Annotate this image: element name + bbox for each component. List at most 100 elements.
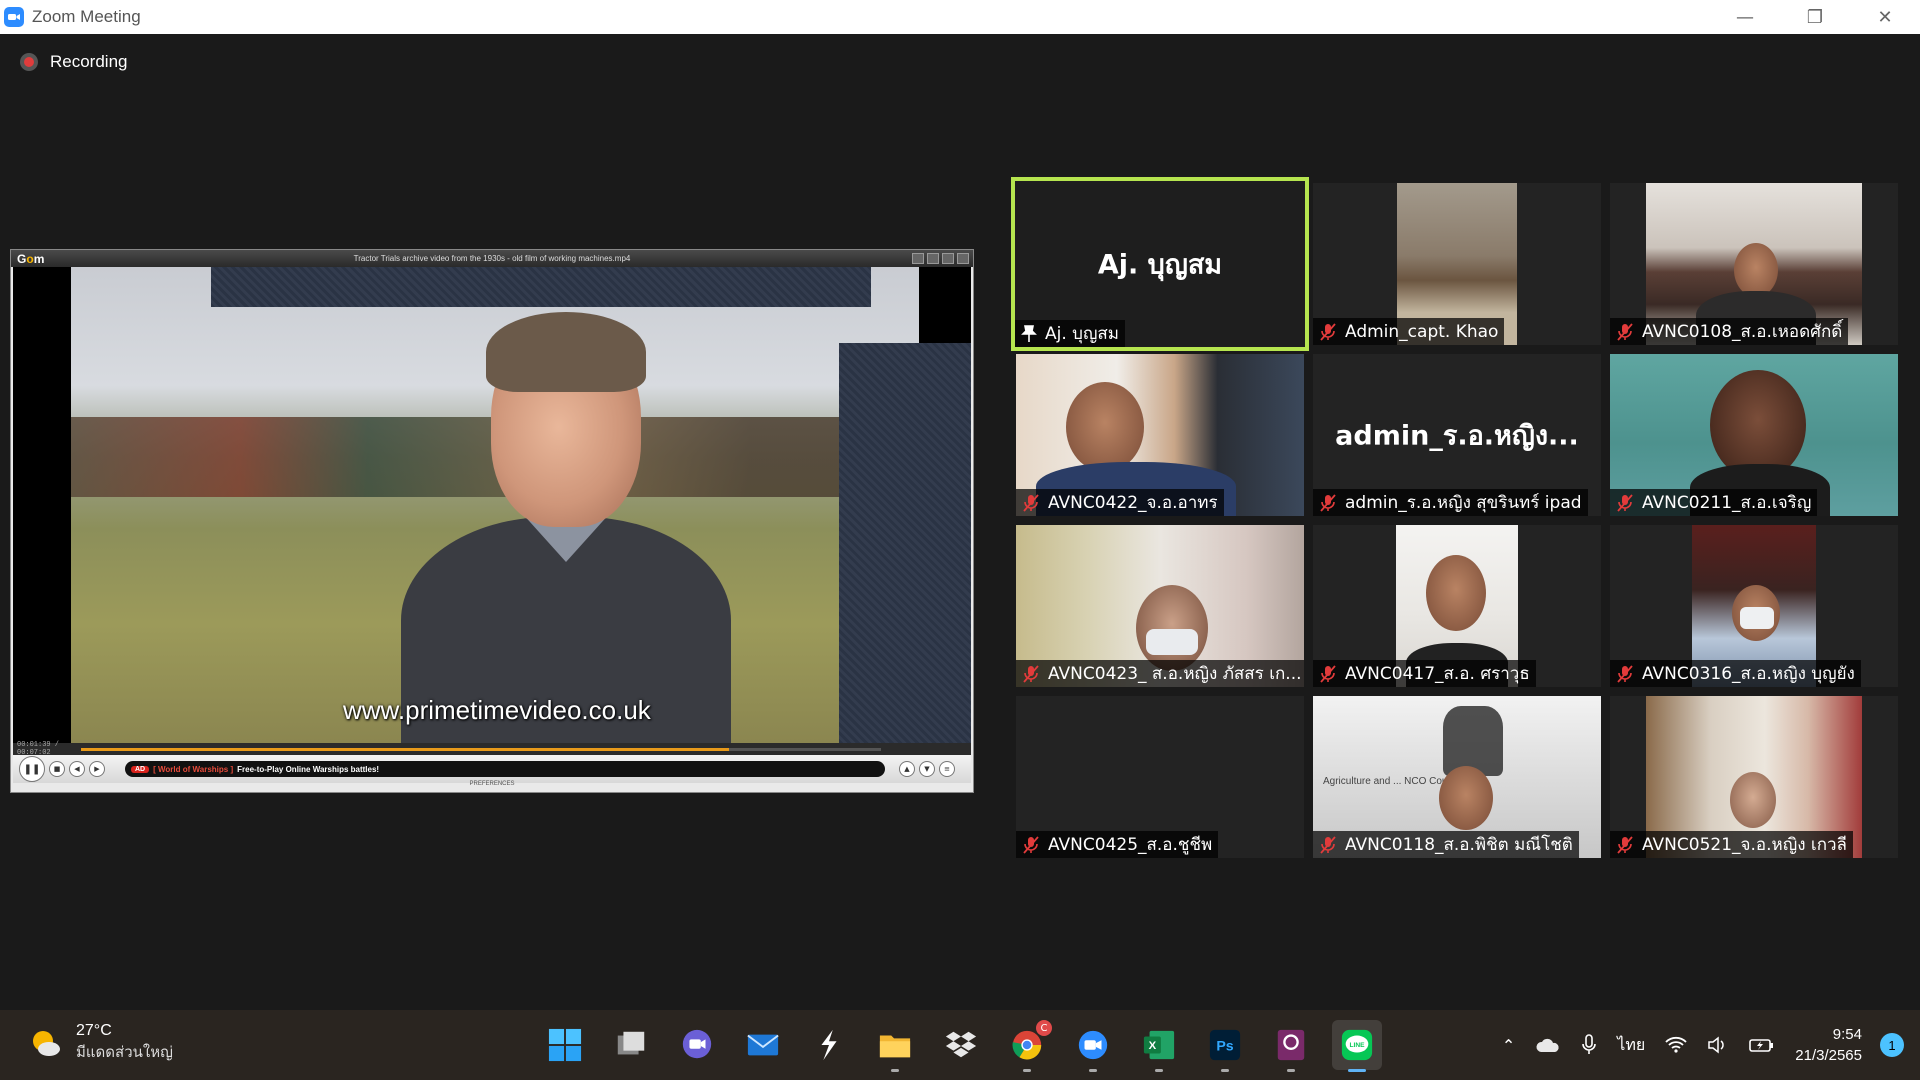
muted-mic-icon	[1023, 835, 1039, 854]
svg-text:LINE: LINE	[1349, 1042, 1365, 1049]
participant-name: AVNC0108_ส.อ.เหอดศักดิ์	[1642, 322, 1843, 342]
participant-name: AVNC0118_ส.อ.พิชิต มณีโชติ	[1345, 835, 1573, 855]
muted-mic-icon	[1320, 835, 1336, 854]
chat-icon[interactable]	[672, 1020, 722, 1070]
video-person	[401, 307, 731, 743]
recording-indicator[interactable]: Recording	[20, 52, 128, 72]
volume-icon[interactable]	[1707, 1036, 1729, 1054]
close-button[interactable]: ✕	[1850, 0, 1920, 34]
pin-icon	[1021, 324, 1037, 342]
player-window-buttons	[912, 253, 969, 264]
muted-mic-icon	[1617, 664, 1633, 683]
participant-label: AVNC0425_ส.อ.ชูชีพ	[1016, 831, 1219, 858]
pause-button[interactable]: ❚❚	[19, 756, 45, 782]
window-title: Zoom Meeting	[32, 7, 141, 26]
player-title: Tractor Trials archive video from the 19…	[353, 254, 631, 263]
file-explorer-icon[interactable]	[870, 1020, 920, 1072]
battery-charging-icon[interactable]	[1749, 1036, 1775, 1054]
start-icon[interactable]	[540, 1020, 590, 1070]
participant-name: AVNC0316_ส.อ.หญิง บุญยัง	[1642, 664, 1855, 684]
dropbox-icon[interactable]	[936, 1020, 986, 1070]
excel-icon[interactable]: X	[1134, 1020, 1184, 1072]
app-s-icon[interactable]	[804, 1020, 854, 1070]
weather-sun-icon	[28, 1026, 62, 1060]
onedrive-cloud-icon[interactable]	[1535, 1037, 1561, 1053]
player-ad-banner[interactable]: AD [ World of Warships ] Free-to-Play On…	[125, 761, 885, 777]
shared-screen[interactable]: Gom Tractor Trials archive video from th…	[10, 249, 974, 793]
muted-mic-icon	[1320, 664, 1336, 683]
weather-temperature: 27°C	[76, 1022, 112, 1039]
svg-text:Ps: Ps	[1216, 1039, 1233, 1055]
player-maximize-button[interactable]	[942, 253, 954, 264]
player-option-button-1[interactable]: ▲	[899, 761, 915, 777]
participant-tile-6[interactable]: AVNC0211_ส.อ.เจริญ	[1610, 354, 1898, 516]
video-frame	[71, 267, 919, 743]
participant-label: AVNC0422_จ.อ.อาทร	[1016, 489, 1224, 516]
previous-button[interactable]: ◀	[69, 761, 85, 777]
participant-tile-7[interactable]: AVNC0423_ ส.อ.หญิง ภัสสร เก...	[1016, 525, 1304, 687]
chrome-profile-badge: C	[1036, 1020, 1052, 1036]
screen-overlay-top	[211, 267, 871, 307]
participant-name: Admin_capt. Khao	[1345, 321, 1499, 342]
player-titlebar: Gom Tractor Trials archive video from th…	[11, 250, 973, 267]
participant-tile-2[interactable]: Admin_capt. Khao	[1313, 183, 1601, 345]
mail-icon[interactable]	[738, 1020, 788, 1070]
restore-button[interactable]: ❐	[1780, 0, 1850, 34]
participant-label: AVNC0118_ส.อ.พิชิต มณีโชติ	[1313, 831, 1579, 858]
participant-tile-5[interactable]: admin_ร.อ.หญิง... admin_ร.อ.หญิง สุขรินท…	[1313, 354, 1601, 516]
weather-widget[interactable]: 27°C มีแดดส่วนใหญ่	[28, 1022, 173, 1064]
muted-mic-icon	[1617, 493, 1633, 512]
clock-date: 21/3/2565	[1795, 1047, 1862, 1064]
notification-badge[interactable]: 1	[1880, 1033, 1904, 1057]
participant-tile-4[interactable]: AVNC0422_จ.อ.อาทร	[1016, 354, 1304, 516]
participant-label: Admin_capt. Khao	[1313, 318, 1505, 345]
photoshop-icon[interactable]: Ps	[1200, 1020, 1250, 1072]
participant-tile-3[interactable]: AVNC0108_ส.อ.เหอดศักดิ์	[1610, 183, 1898, 345]
chrome-icon[interactable]: C	[1002, 1020, 1052, 1072]
player-controls: ❚❚ ■ ◀ ▶ AD [ World of Warships ] Free-t…	[13, 755, 971, 783]
participant-label: AVNC0316_ส.อ.หญิง บุญยัง	[1610, 660, 1861, 687]
muted-mic-icon	[1617, 835, 1633, 854]
player-option-button-2[interactable]: ▼	[919, 761, 935, 777]
participant-tile-8[interactable]: AVNC0417_ส.อ. ศราวุธ	[1313, 525, 1601, 687]
player-option-button-3[interactable]: ≡	[939, 761, 955, 777]
svg-text:X: X	[1149, 1040, 1157, 1052]
zoom-icon[interactable]	[1068, 1020, 1118, 1072]
window-controls: — ❐ ✕	[1710, 0, 1920, 34]
stop-button[interactable]: ■	[49, 761, 65, 777]
wifi-icon[interactable]	[1665, 1036, 1687, 1054]
participant-tile-12[interactable]: AVNC0521_จ.อ.หญิง เกวลี	[1610, 696, 1898, 858]
player-pin-button[interactable]	[912, 253, 924, 264]
muted-mic-icon	[1023, 664, 1039, 683]
participant-label: AVNC0108_ส.อ.เหอดศักดิ์	[1610, 318, 1849, 345]
taskbar-clock[interactable]: 9:54 21/3/2565	[1795, 1024, 1862, 1066]
player-close-button[interactable]	[957, 253, 969, 264]
system-tray: ⌃ ไทย 9:54 21/3/2565 1	[1502, 1010, 1920, 1080]
participant-name: AVNC0521_จ.อ.หญิง เกวลี	[1642, 835, 1847, 855]
record-icon	[20, 53, 38, 71]
muted-mic-icon	[1617, 322, 1633, 341]
input-language[interactable]: ไทย	[1617, 1033, 1645, 1058]
show-hidden-icons-chevron[interactable]: ⌃	[1502, 1036, 1515, 1055]
player-seekbar[interactable]	[81, 747, 881, 751]
player-minimize-button[interactable]	[927, 253, 939, 264]
participant-label: AVNC0211_ส.อ.เจริญ	[1610, 489, 1818, 516]
task-view-icon[interactable]	[606, 1020, 656, 1070]
minimize-button[interactable]: —	[1710, 0, 1780, 34]
participant-name: AVNC0425_ส.อ.ชูชีพ	[1048, 835, 1213, 855]
next-button[interactable]: ▶	[89, 761, 105, 777]
participant-label: AVNC0423_ ส.อ.หญิง ภัสสร เก...	[1016, 660, 1304, 687]
ad-text: Free-to-Play Online Warships battles!	[237, 764, 380, 774]
pdf-icon[interactable]	[1266, 1020, 1316, 1072]
weather-condition: มีแดดส่วนใหญ่	[76, 1043, 173, 1061]
participant-name: Aj. บุญสม	[1045, 324, 1120, 344]
participant-tile-1[interactable]: Aj. บุญสม Aj. บุญสม	[1011, 177, 1309, 351]
participant-tile-11[interactable]: Agriculture and ... NCO Course AVNC0118_…	[1313, 696, 1601, 858]
muted-mic-icon	[1320, 322, 1336, 341]
participant-tile-9[interactable]: AVNC0316_ส.อ.หญิง บุญยัง	[1610, 525, 1898, 687]
participant-tile-10[interactable]: AVNC0425_ส.อ.ชูชีพ	[1016, 696, 1304, 858]
player-video[interactable]: www.primetimevideo.co.uk	[13, 267, 971, 743]
line-icon[interactable]: LINE	[1332, 1020, 1382, 1072]
microphone-icon[interactable]	[1581, 1034, 1597, 1056]
player-preferences-link[interactable]: PREFERENCES	[11, 781, 973, 787]
